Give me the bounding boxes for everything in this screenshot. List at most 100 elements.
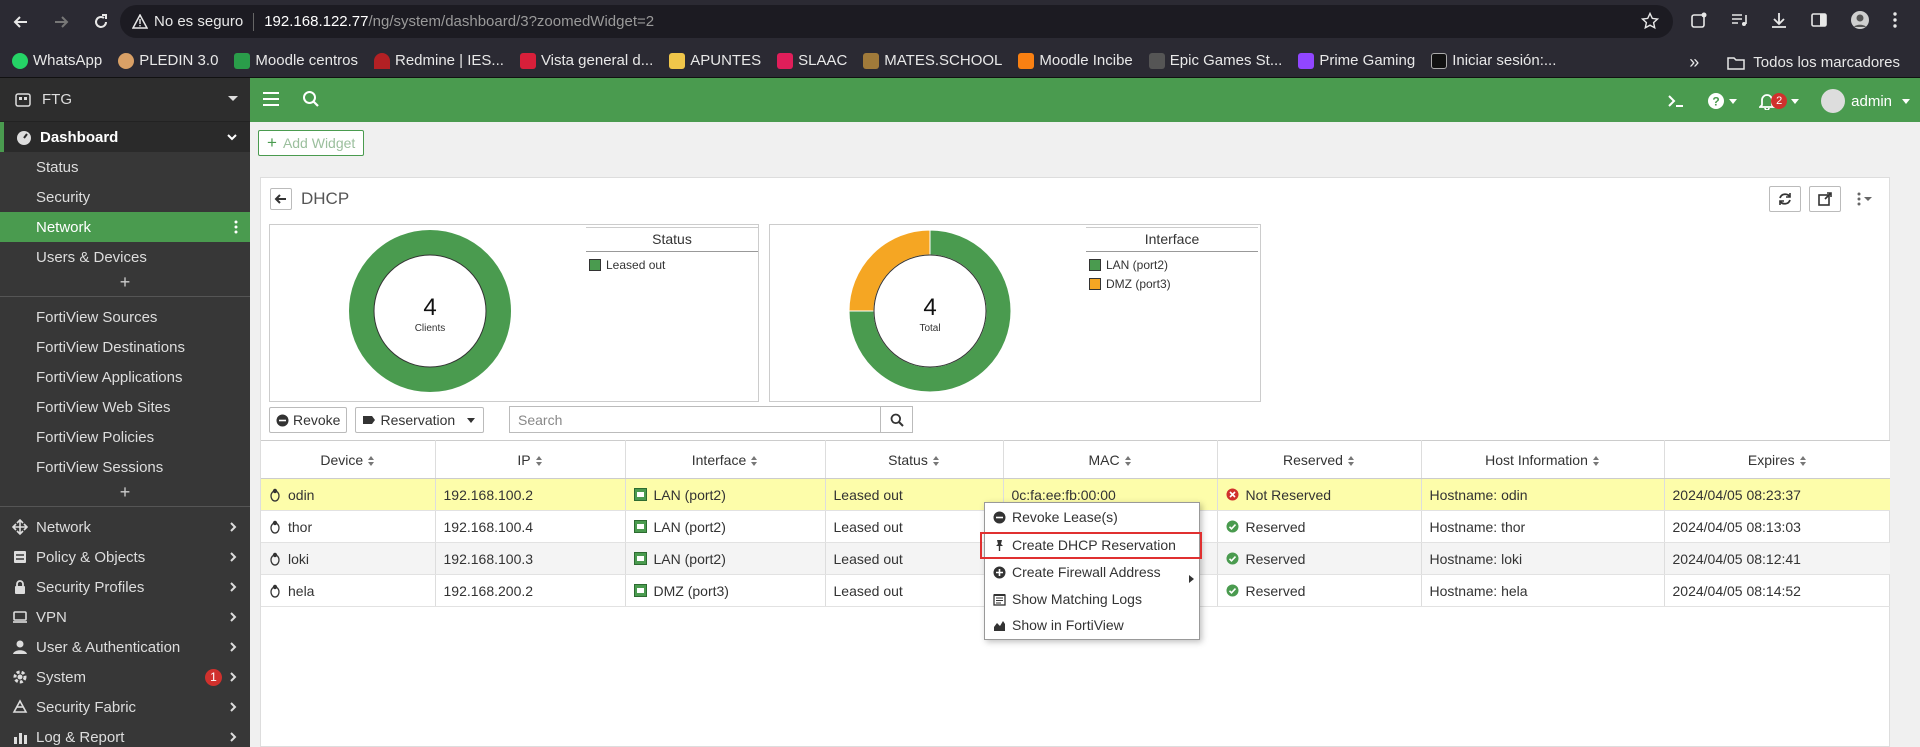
hamburger-menu-icon[interactable] <box>262 91 280 107</box>
sort-icon <box>932 455 939 466</box>
url-host: 192.168.122.77 <box>264 13 369 30</box>
column-header-interface[interactable]: Interface <box>625 440 826 479</box>
all-bookmarks-link[interactable]: Todos los marcadores <box>1753 54 1900 71</box>
bookmark-redmine[interactable]: Redmine | IES... <box>373 52 504 69</box>
sidebar-item-fortiview-sources[interactable]: FortiView Sources <box>0 302 250 332</box>
back-button[interactable] <box>270 188 292 210</box>
column-header-device[interactable]: Device <box>261 440 436 479</box>
column-header-reserved[interactable]: Reserved <box>1217 440 1422 479</box>
lock-icon <box>15 580 25 594</box>
menu-item-create-dhcp-reservation[interactable]: Create DHCP Reservation <box>993 534 1176 556</box>
add-dashboard-button[interactable]: + <box>0 272 250 293</box>
sidebar-item-system[interactable]: System 1 <box>0 662 250 692</box>
menu-item-show-in-fortiview[interactable]: Show in FortiView <box>993 614 1124 636</box>
legend-item-dmz-port3[interactable]: DMZ (port3) <box>1089 277 1258 291</box>
bookmark-apuntes[interactable]: APUNTES <box>669 52 761 69</box>
bookmark-prime-gaming[interactable]: Prime Gaming <box>1298 52 1415 69</box>
bookmark-pledin[interactable]: PLEDIN 3.0 <box>118 52 218 69</box>
sort-icon <box>1799 455 1806 466</box>
sidebar-item-security-profiles[interactable]: Security Profiles <box>0 572 250 602</box>
menu-item-create-firewall-address[interactable]: Create Firewall Address <box>993 561 1161 583</box>
address-bar[interactable]: No es seguro 192.168.122.77/ng/system/da… <box>120 5 1673 38</box>
more-bookmarks-button[interactable]: » <box>1689 52 1699 73</box>
sidebar-item-network[interactable]: Network <box>0 512 250 542</box>
download-icon[interactable] <box>1770 11 1788 29</box>
widget-options-menu[interactable] <box>1849 186 1879 212</box>
sidebar-item-fortiview-policies[interactable]: FortiView Policies <box>0 422 250 452</box>
revoke-button[interactable]: Revoke <box>269 407 348 433</box>
port-icon <box>633 584 647 597</box>
sidebar-item-fortiview-applications[interactable]: FortiView Applications <box>0 362 250 392</box>
search-icon <box>890 413 904 427</box>
browser-menu-icon[interactable] <box>1892 11 1898 29</box>
bookmark-moodle-centros[interactable]: Moodle centros <box>234 52 358 69</box>
sidebar-item-security-fabric[interactable]: Security Fabric <box>0 692 250 722</box>
extensions-icon[interactable] <box>1690 11 1708 29</box>
add-fortiview-button[interactable]: + <box>0 482 250 503</box>
legend-item-leased-out[interactable]: Leased out <box>589 258 758 272</box>
port-icon <box>633 488 647 501</box>
add-widget-button[interactable]: + Add Widget <box>258 130 365 156</box>
sidebar-item-vpn[interactable]: VPN <box>0 602 250 632</box>
column-header-status[interactable]: Status <box>825 440 1004 479</box>
sidebar-item-security[interactable]: Security <box>0 182 250 212</box>
column-header-mac[interactable]: MAC <box>1003 440 1218 479</box>
back-arrow-icon[interactable] <box>10 11 32 33</box>
legend-item-lan-port2[interactable]: LAN (port2) <box>1089 258 1258 272</box>
notifications-menu[interactable]: 2 <box>1759 92 1800 110</box>
reload-icon[interactable] <box>90 11 112 33</box>
user-menu[interactable]: admin <box>1821 89 1910 113</box>
menu-item-revoke-leases[interactable]: Revoke Lease(s) <box>993 506 1118 528</box>
menu-item-show-matching-logs[interactable]: Show Matching Logs <box>993 588 1142 610</box>
bookmark-whatsapp[interactable]: WhatsApp <box>12 52 102 69</box>
bookmark-star-icon[interactable] <box>1641 12 1659 30</box>
sidebar-item-fortiview-destinations[interactable]: FortiView Destinations <box>0 332 250 362</box>
cli-console-icon[interactable] <box>1667 93 1685 109</box>
sidebar-item-user-authentication[interactable]: User & Authentication <box>0 632 250 662</box>
help-menu[interactable]: ? <box>1707 92 1738 110</box>
security-warning[interactable]: No es seguro <box>132 13 243 30</box>
sidebar-divider <box>0 296 250 297</box>
sidebar-item-fortiview-web-sites[interactable]: FortiView Web Sites <box>0 392 250 422</box>
linux-icon <box>270 584 280 598</box>
forward-arrow-icon[interactable] <box>50 11 72 33</box>
chevron-down-icon <box>227 134 237 141</box>
bookmark-slaac[interactable]: SLAAC <box>777 52 847 69</box>
side-panel-icon[interactable] <box>1810 11 1828 29</box>
device-selector[interactable]: FTG <box>0 78 250 122</box>
sidebar-item-log-report[interactable]: Log & Report <box>0 722 250 747</box>
column-header-expires[interactable]: Expires <box>1664 440 1890 479</box>
bookmark-moodle-incibe[interactable]: Moodle Incibe <box>1018 52 1133 69</box>
column-header-ip[interactable]: IP <box>435 440 626 479</box>
reserved-cell: Not Reserved <box>1217 478 1422 511</box>
profile-avatar-icon[interactable] <box>1850 10 1870 30</box>
search-icon[interactable] <box>302 90 320 108</box>
sidebar-item-status[interactable]: Status <box>0 152 250 182</box>
bookmark-epic-games[interactable]: Epic Games St... <box>1148 52 1282 69</box>
sidebar-item-fortiview-sessions[interactable]: FortiView Sessions <box>0 452 250 482</box>
refresh-button[interactable] <box>1769 186 1801 212</box>
port-icon <box>633 552 647 565</box>
check-circle-icon <box>1226 520 1238 533</box>
media-icon[interactable] <box>1730 11 1748 29</box>
column-header-host-information[interactable]: Host Information <box>1421 440 1665 479</box>
search-input[interactable] <box>509 406 913 433</box>
status-donut-chart: 4 Clients <box>349 230 511 392</box>
reservation-dropdown[interactable]: Reservation <box>355 407 485 433</box>
open-external-button[interactable] <box>1809 186 1841 212</box>
bookmark-mates-school[interactable]: MATES.SCHOOL <box>863 52 1002 69</box>
sidebar-item-network-dashboard[interactable]: Network <box>0 212 250 242</box>
moodle-icon <box>234 52 251 69</box>
sort-icon <box>368 455 375 466</box>
sidebar-item-dashboard[interactable]: Dashboard <box>0 122 250 152</box>
sidebar-item-users-devices[interactable]: Users & Devices <box>0 242 250 272</box>
search-button[interactable] <box>880 406 913 433</box>
epic-games-icon <box>1148 52 1165 69</box>
interface-cell: LAN (port2) <box>625 542 826 575</box>
host-cell: Hostname: odin <box>1421 478 1665 511</box>
sort-icon <box>1124 455 1131 466</box>
bookmark-iniciar-sesion[interactable]: Iniciar sesión:... <box>1431 52 1556 69</box>
bookmark-vista-general[interactable]: Vista general d... <box>519 52 653 69</box>
sidebar-item-policy-objects[interactable]: Policy & Objects <box>0 542 250 572</box>
device-name: FTG <box>42 91 72 108</box>
